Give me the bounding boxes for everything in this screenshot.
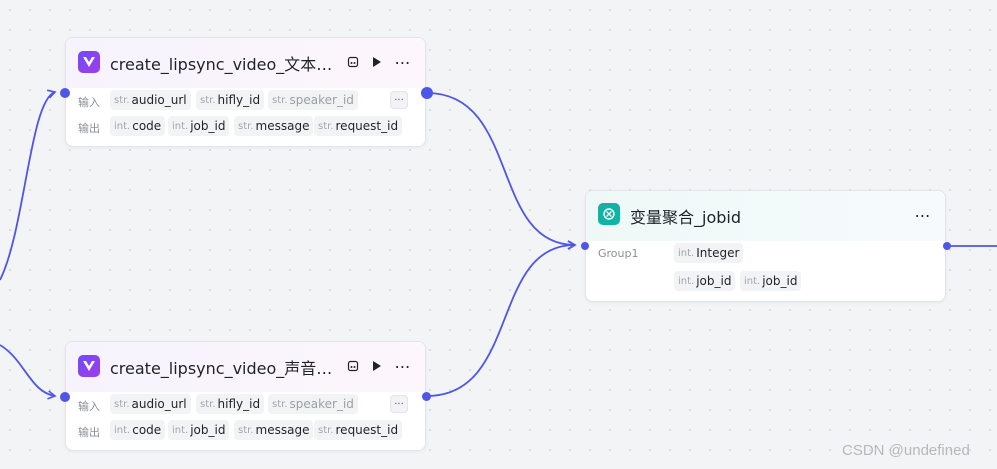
input-param-speaker-id: str. speaker_id (268, 90, 358, 110)
output-param-job-id: int. job_id (168, 420, 230, 440)
input-param-audio-url: str. audio_url (110, 394, 191, 414)
node-title: 变量聚合_jobid (630, 208, 741, 227)
plugin-logo-icon (78, 51, 100, 73)
output-param-message: str. message (234, 116, 314, 136)
output-param-request-id: str. request_id (314, 420, 403, 440)
input-param-hifly-id: str. hifly_id (196, 394, 265, 414)
more-params-button[interactable]: ··· (390, 91, 408, 109)
input-port[interactable] (60, 88, 70, 98)
output-param-message: str. message (234, 420, 314, 440)
input-param-hifly-id: str. hifly_id (196, 90, 265, 110)
input-port[interactable] (60, 392, 70, 402)
snapshot-icon[interactable] (342, 355, 364, 377)
output-port[interactable] (421, 87, 433, 99)
group-var-job-id: int. job_id (674, 271, 736, 291)
group-var-job-id: int. job_id (740, 271, 802, 291)
output-param-code: int. code (110, 420, 166, 440)
input-label: 输入 (78, 96, 100, 109)
input-param-audio-url: str. audio_url (110, 90, 191, 110)
output-label: 输出 (78, 122, 100, 135)
more-icon[interactable]: ⋯ (392, 355, 414, 377)
output-param-job-id: int. job_id (168, 116, 230, 136)
output-label: 输出 (78, 426, 100, 439)
group-type-integer: int. Integer (674, 243, 744, 263)
output-param-code: int. code (110, 116, 166, 136)
edge-in-audio-node[interactable] (0, 344, 57, 400)
watermark: CSDN @undefined (842, 442, 970, 459)
output-port[interactable] (422, 392, 431, 401)
more-icon[interactable]: ⋯ (392, 51, 414, 73)
node-create-lipsync-text[interactable]: create_lipsync_video_文本… ⋯ 输入 str. audio_… (65, 37, 426, 147)
input-param-speaker-id: str. speaker_id (268, 394, 358, 414)
input-label: 输入 (78, 400, 100, 413)
output-param-request-id: str. request_id (314, 116, 403, 136)
input-port[interactable] (581, 242, 589, 250)
edge-text-to-agg[interactable] (426, 92, 577, 250)
edge-audio-to-agg[interactable] (426, 240, 577, 397)
node-variable-aggregation[interactable]: 变量聚合_jobid ⋯ Group1 int. Integer int. job_… (585, 190, 946, 302)
play-icon[interactable] (366, 355, 388, 377)
snapshot-icon[interactable] (342, 51, 364, 73)
group-label: Group1 (598, 247, 639, 260)
aggregate-icon (598, 203, 620, 225)
node-title: create_lipsync_video_文本… (110, 55, 333, 74)
play-icon[interactable] (366, 51, 388, 73)
plugin-logo-icon (78, 355, 100, 377)
edge-in-text-node[interactable] (0, 89, 57, 281)
output-port[interactable] (943, 242, 951, 250)
more-params-button[interactable]: ··· (390, 395, 408, 413)
node-create-lipsync-audio[interactable]: create_lipsync_video_声音… ⋯ 输入 str. audio_… (65, 341, 426, 451)
more-icon[interactable]: ⋯ (912, 204, 934, 226)
node-title: create_lipsync_video_声音… (110, 359, 333, 378)
